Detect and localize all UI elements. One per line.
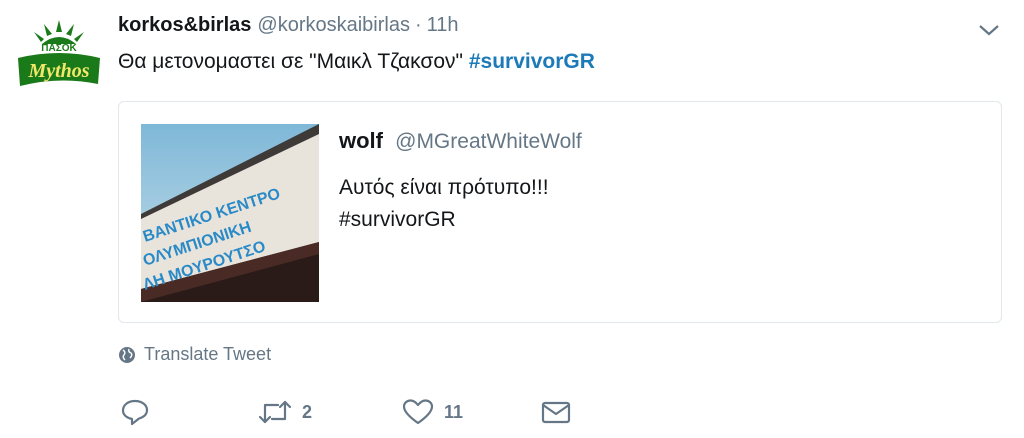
translate-tweet-button[interactable]: Translate Tweet: [118, 344, 271, 365]
quoted-tweet[interactable]: ΒΑΝΤΙΚΟ ΚΕΝΤΡΟ ΟΛΥΜΠΙΟΝΙΚΗ ΛΗ ΜΟΥΡΟΥΤΣΟ …: [118, 101, 1002, 323]
tweet-text: Θα μετονομαστει σε "Μαικλ Τζακσον" #surv…: [118, 50, 595, 74]
timestamp[interactable]: 11h: [427, 14, 459, 37]
globe-icon: [119, 346, 135, 363]
reply-icon: [121, 399, 149, 426]
like-button[interactable]: 11: [402, 396, 463, 428]
hashtag-link[interactable]: #survivorGR: [469, 50, 595, 73]
user-handle[interactable]: @korkoskaibirlas: [257, 14, 410, 37]
avatar[interactable]: ΠΑΣΟΚ Mythos: [14, 18, 104, 94]
direct-message-button[interactable]: [540, 396, 572, 428]
chevron-down-icon[interactable]: [976, 20, 1002, 40]
retweet-count: 2: [302, 401, 313, 422]
retweet-button[interactable]: 2: [258, 396, 312, 428]
tweet-body: Θα μετονομαστει σε "Μαικλ Τζακσον": [118, 50, 464, 73]
quoted-display-name[interactable]: wolf: [339, 128, 383, 153]
quoted-tweet-text: Αυτός είναι πρότυπο!!! #survivorGR: [339, 172, 549, 236]
display-name[interactable]: korkos&birlas: [118, 14, 251, 37]
envelope-icon: [541, 401, 571, 424]
quoted-hashtag: #survivorGR: [339, 208, 456, 231]
tweet-header: korkos&birlas @korkoskaibirlas · 11h: [118, 14, 459, 44]
quoted-tweet-header: wolf @MGreatWhiteWolf: [339, 128, 582, 154]
retweet-icon: [258, 400, 292, 424]
pasok-mythos-logo: ΠΑΣΟΚ Mythos: [18, 20, 100, 86]
reply-button[interactable]: [120, 396, 150, 428]
separator: ·: [414, 14, 422, 36]
logo-top-text: ΠΑΣΟΚ: [41, 43, 77, 54]
translate-label: Translate Tweet: [144, 344, 272, 364]
like-count: 11: [444, 401, 464, 422]
quoted-text-line: Αυτός είναι πρότυπο!!!: [339, 176, 549, 199]
quoted-tweet-image[interactable]: ΒΑΝΤΙΚΟ ΚΕΝΤΡΟ ΟΛΥΜΠΙΟΝΙΚΗ ΛΗ ΜΟΥΡΟΥΤΣΟ: [141, 124, 319, 302]
logo-main-text: Mythos: [27, 60, 89, 82]
quoted-user-handle[interactable]: @MGreatWhiteWolf: [395, 130, 582, 153]
heart-icon: [402, 399, 434, 425]
